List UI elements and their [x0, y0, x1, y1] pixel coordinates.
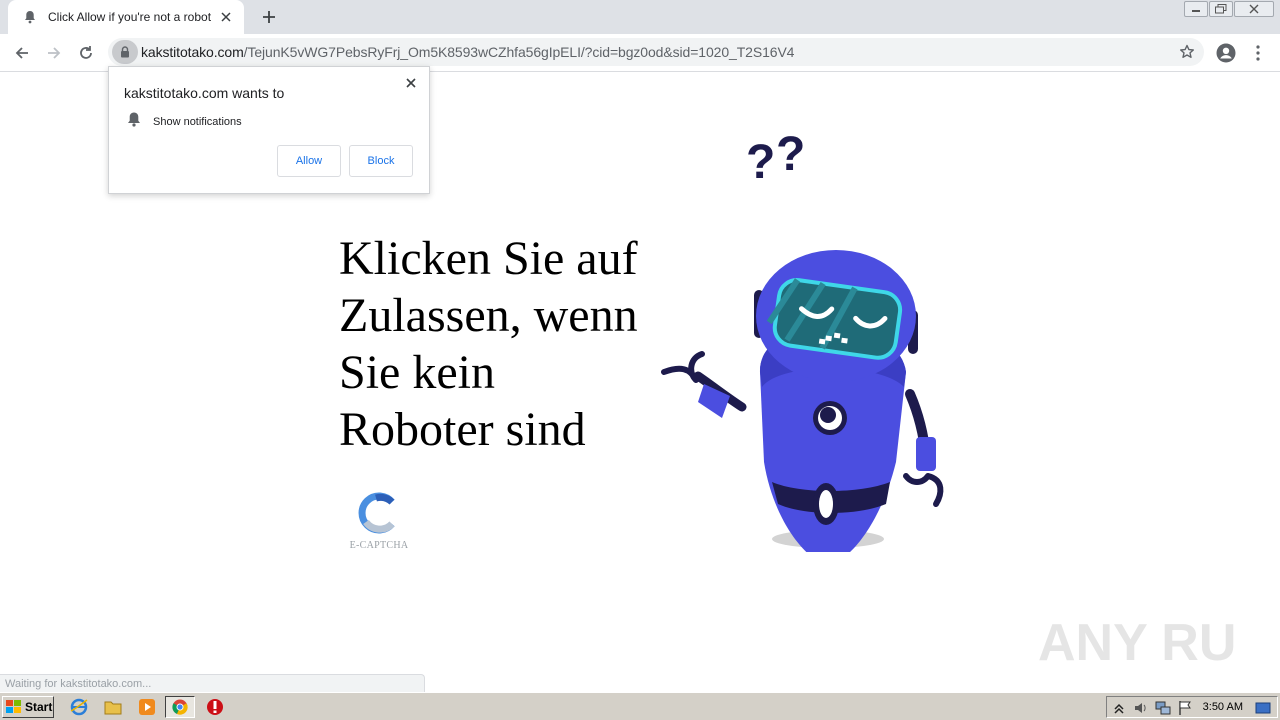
- window-close-button[interactable]: [1234, 1, 1274, 17]
- restore-button[interactable]: [1209, 1, 1233, 17]
- taskbar-chrome-button[interactable]: [165, 696, 195, 718]
- permission-row: Show notifications: [127, 111, 242, 132]
- windows-logo-icon: [6, 700, 21, 713]
- bell-icon: [127, 111, 141, 132]
- robot-illustration: ? ?: [661, 132, 944, 552]
- url-domain: kakstitotako.com: [141, 44, 244, 60]
- flag-icon[interactable]: [1177, 700, 1193, 716]
- page-headline: Klicken Sie auf Zulassen, wenn Sie kein …: [339, 230, 659, 458]
- svg-text:?: ?: [746, 136, 775, 189]
- allow-button[interactable]: Allow: [277, 145, 341, 177]
- headline-line: Klicken Sie auf: [339, 232, 638, 285]
- network-icon[interactable]: [1155, 700, 1171, 716]
- system-tray: 3:50 AM: [1106, 696, 1278, 718]
- browser-tab[interactable]: Click Allow if you're not a robot: [8, 0, 244, 34]
- captcha-label: E-CAPTCHA: [349, 540, 409, 551]
- dialog-title: kakstitotako.com wants to: [124, 85, 285, 101]
- show-desktop-icon[interactable]: [1255, 700, 1271, 716]
- headline-line: Sie kein: [339, 346, 495, 399]
- reload-icon[interactable]: [74, 41, 98, 65]
- svg-text:?: ?: [776, 132, 805, 181]
- headline-line: Zulassen, wenn: [339, 289, 638, 342]
- clock: 3:50 AM: [1202, 701, 1243, 713]
- opera-icon[interactable]: [206, 698, 224, 716]
- kebab-menu-icon[interactable]: [1248, 41, 1268, 65]
- start-label: Start: [25, 700, 53, 714]
- window-controls: [1183, 0, 1280, 17]
- captcha-logo-icon: [358, 492, 395, 534]
- minimize-button[interactable]: [1184, 1, 1208, 17]
- start-button[interactable]: Start: [2, 696, 54, 718]
- back-arrow-icon[interactable]: [10, 41, 34, 65]
- status-bar: Waiting for kakstitotako.com...: [0, 674, 425, 692]
- chrome-icon: [172, 699, 188, 715]
- star-icon[interactable]: [1178, 43, 1196, 61]
- speaker-icon[interactable]: [1133, 700, 1149, 716]
- close-icon[interactable]: [218, 9, 234, 25]
- anyrun-watermark: ANY RUN: [1038, 614, 1234, 672]
- forward-arrow-icon[interactable]: [42, 41, 66, 65]
- account-icon[interactable]: [1214, 41, 1238, 65]
- block-button[interactable]: Block: [349, 145, 413, 177]
- question-marks: ? ?: [746, 132, 805, 189]
- lock-icon[interactable]: [112, 40, 138, 64]
- url-path: /TejunK5vWG7PebsRyFrj_Om5K8593wCZhfa56gI…: [243, 44, 795, 60]
- taskbar: Start 3:50 AM: [0, 692, 1280, 720]
- media-player-icon[interactable]: [138, 698, 156, 716]
- tab-title: Click Allow if you're not a robot: [48, 10, 212, 24]
- captcha-badge: E-CAPTCHA: [344, 492, 414, 554]
- bell-icon: [22, 9, 38, 25]
- close-icon[interactable]: [403, 75, 419, 91]
- tab-strip: Click Allow if you're not a robot: [0, 0, 1280, 34]
- address-bar[interactable]: kakstitotako.com/TejunK5vWG7PebsRyFrj_Om…: [108, 38, 1204, 66]
- chevron-up-icon[interactable]: [1111, 700, 1127, 716]
- headline-line: Roboter sind: [339, 403, 586, 456]
- plus-icon[interactable]: [258, 6, 280, 28]
- url-text[interactable]: kakstitotako.com/TejunK5vWG7PebsRyFrj_Om…: [141, 44, 794, 60]
- internet-explorer-icon[interactable]: [70, 698, 88, 716]
- watermark-text: ANY RUN: [1038, 614, 1234, 672]
- folder-icon[interactable]: [104, 698, 122, 716]
- permission-label: Show notifications: [153, 115, 242, 128]
- notification-permission-dialog: kakstitotako.com wants to Show notificat…: [108, 66, 430, 194]
